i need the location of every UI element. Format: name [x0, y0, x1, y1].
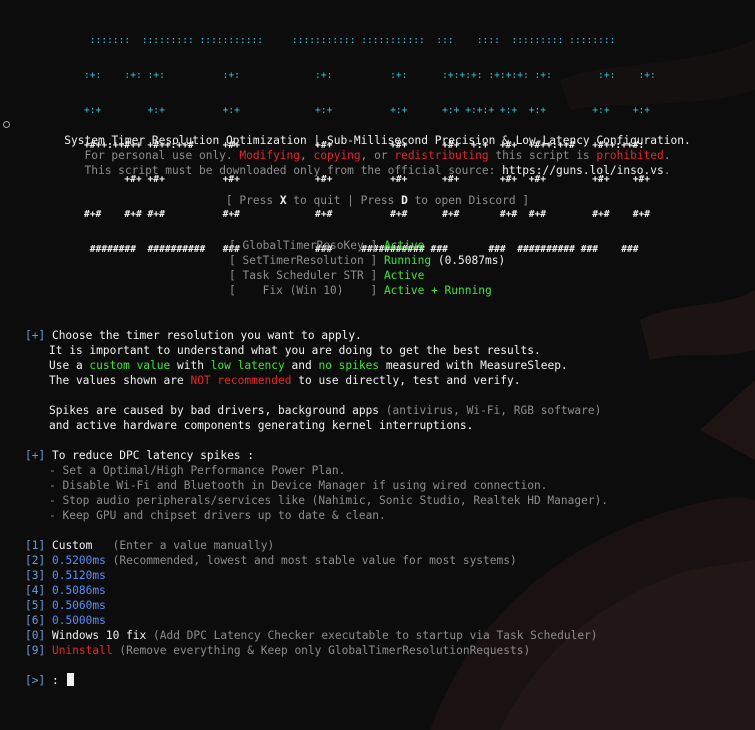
notice-text: , [300, 149, 314, 162]
intro-line: Spikes are caused by bad drivers, backgr… [49, 403, 601, 418]
notice-redistributing: redistributing [394, 149, 489, 162]
dpc-tip: - Set a Optimal/High Performance Power P… [49, 464, 346, 477]
option-label: 0.5120ms [51, 569, 106, 582]
intro-text: and [284, 359, 319, 372]
status-row: [ GlobalTimerResoKey ] Active [229, 238, 424, 253]
option-key: [4] [25, 584, 46, 597]
intro-text: to use directly, test and verify. [291, 374, 521, 387]
option-key: [5] [25, 599, 46, 612]
source-text: . [663, 164, 671, 177]
source-notice: This script must be downloaded only from… [0, 163, 755, 178]
prompt-marker: [>] [25, 674, 46, 687]
notice-modifying: Modifying [239, 149, 301, 162]
intro-line: The values shown are NOT recommended to … [49, 373, 521, 388]
intro-line: It is important to understand what you a… [49, 344, 541, 357]
intro-line: [+] Choose the timer resolution you want… [25, 328, 362, 343]
circle-icon [3, 121, 10, 128]
option-desc: (Add DPC Latency Checker executable to s… [146, 629, 598, 642]
intro-text: with [170, 359, 211, 372]
intro-line: Use a custom value with low latency and … [49, 358, 568, 373]
option-key: [2] [25, 554, 46, 567]
status-label: [ Task Scheduler STR ] [229, 269, 378, 282]
notice-text: this script is [488, 149, 597, 162]
plus-marker: [+] [25, 449, 46, 462]
status-label: [ GlobalTimerResoKey ] [229, 239, 378, 252]
option-key: [6] [25, 614, 46, 627]
highlight-no-spikes: no spikes [318, 359, 380, 372]
banner-row: #+# #+# #+# #+# #+# #+# #+# #+# #+# #+# … [84, 209, 651, 221]
banner-row: ::::::: ::::::::: ::::::::::: ::::::::::… [84, 35, 616, 47]
notice-copying: copying [313, 149, 361, 162]
option-key: [1] [25, 539, 46, 552]
option-desc: (Enter a value manually) [92, 539, 275, 552]
quit-key[interactable]: X [280, 194, 287, 207]
notice-text: , or [360, 149, 395, 162]
intro-line: and active hardware components generatin… [49, 419, 474, 432]
intro-text: The values shown are [49, 374, 191, 387]
intro-note: (antivirus, Wi-Fi, RGB software) [385, 404, 602, 417]
option-label: Uninstall [51, 644, 113, 657]
intro-text: Use a [49, 359, 90, 372]
banner-row: +:+ +:+ +:+ +:+ +:+ +:+ +:+:+ +:+ +:+ +:… [84, 104, 651, 116]
plus-marker: [+] [25, 329, 46, 342]
option-0-5000ms[interactable]: [6] 0.5000ms [25, 613, 106, 628]
key-hint-text: to open Discord ] [407, 194, 530, 207]
status-label: [ Fix (Win 10) ] [229, 284, 378, 297]
text-cursor[interactable] [67, 673, 75, 686]
highlight-custom: custom value [89, 359, 171, 372]
key-hint-text: to quit | Press [286, 194, 402, 207]
option-key: [9] [25, 644, 46, 657]
status-state: Running [383, 254, 432, 267]
notice-text: For personal use only. [84, 149, 240, 162]
intro-text: Choose the timer resolution you want to … [45, 329, 362, 342]
option-0-5086ms[interactable]: [4] 0.5086ms [25, 583, 106, 598]
status-state: Active + Running [383, 284, 492, 297]
option-label: 0.5200ms [51, 554, 106, 567]
status-state: Active [383, 239, 425, 252]
intro-text: Spikes are caused by bad drivers, backgr… [49, 404, 386, 417]
option-0-5120ms[interactable]: [3] 0.5120ms [25, 568, 106, 583]
notice-text: . [663, 149, 671, 162]
option-windows-10-fix[interactable]: [0] Windows 10 fix (Add DPC Latency Chec… [25, 628, 598, 643]
notice-prohibited: prohibited [596, 149, 664, 162]
status-label: [ SetTimerResolution ] [229, 254, 378, 267]
usage-notice: For personal use only. Modifying, copyin… [0, 148, 755, 163]
dpc-tip: - Stop audio peripherals/services like (… [49, 494, 609, 507]
highlight-low-latency: low latency [210, 359, 285, 372]
dpc-title: To reduce DPC latency spikes : [45, 449, 255, 462]
dpc-tip: - Disable Wi-Fi and Bluetooth in Device … [49, 479, 548, 492]
key-hints: [ Press X to quit | Press D to open Disc… [0, 193, 755, 208]
option-key: [3] [25, 569, 46, 582]
prompt-colon: : [45, 674, 59, 687]
key-hint-text: [ Press [225, 194, 280, 207]
source-link[interactable]: https://guns.lol/inso.vs [502, 164, 664, 177]
banner-row: :+: :+: :+: :+: :+: :+: :+:+:+: :+:+:+: … [84, 69, 656, 81]
dpc-tip: - Keep GPU and chipset drivers up to dat… [49, 509, 386, 522]
status-row: [ Task Scheduler STR ] Active [229, 268, 424, 283]
option-label: 0.5060ms [51, 599, 106, 612]
source-text: This script must be downloaded only from… [84, 164, 503, 177]
option-key: [0] [25, 629, 46, 642]
status-row: [ Fix (Win 10) ] Active + Running [229, 283, 492, 298]
option-uninstall[interactable]: [9] Uninstall (Remove everything & Keep … [25, 643, 530, 658]
option-0-5200ms[interactable]: [2] 0.5200ms (Recommended, lowest and mo… [25, 553, 517, 568]
dpc-heading: [+] To reduce DPC latency spikes : [25, 448, 254, 463]
option-0-5060ms[interactable]: [5] 0.5060ms [25, 598, 106, 613]
option-label: Windows 10 fix [51, 629, 147, 642]
option-label: Custom [51, 539, 93, 552]
option-custom[interactable]: [1] Custom (Enter a value manually) [25, 538, 274, 553]
option-label: 0.5000ms [51, 614, 106, 627]
option-desc: (Recommended, lowest and most stable val… [105, 554, 517, 567]
input-prompt[interactable]: [>] : [25, 673, 75, 688]
option-desc: (Remove everything & Keep only GlobalTim… [112, 644, 531, 657]
page-title: System Timer Resolution Optimization | S… [64, 134, 691, 147]
status-extra: (0.5087ms) [431, 254, 506, 267]
discord-key[interactable]: D [401, 194, 408, 207]
highlight-not-recommended: NOT recommended [190, 374, 292, 387]
status-row: [ SetTimerResolution ] Running (0.5087ms… [229, 253, 505, 268]
intro-text: measured with MeasureSleep. [379, 359, 568, 372]
status-state: Active [383, 269, 425, 282]
option-label: 0.5086ms [51, 584, 106, 597]
